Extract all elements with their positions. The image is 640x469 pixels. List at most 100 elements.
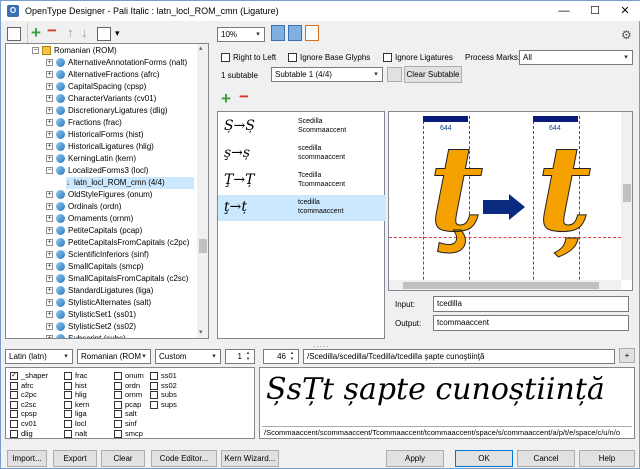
italic-feature-icon[interactable] bbox=[97, 27, 111, 41]
splitter-grip[interactable]: ..... bbox=[313, 340, 329, 349]
expand-icon[interactable]: + bbox=[46, 239, 53, 247]
expand-icon[interactable]: + bbox=[46, 107, 53, 115]
collapse-icon[interactable]: − bbox=[32, 47, 39, 55]
close-button[interactable]: ✕ bbox=[610, 1, 640, 21]
tree-feature-item[interactable]: + SmallCapitalsFromCapitals (c2sc) bbox=[46, 273, 188, 285]
tree-feature-item[interactable]: + Ornaments (ornm) bbox=[46, 213, 133, 225]
ignore-ligatures-checkbox[interactable]: Ignore Ligatures bbox=[383, 53, 453, 63]
kern-wizard-button[interactable]: Kern Wizard... bbox=[221, 450, 279, 467]
tree-feature-item[interactable]: + PetiteCapitalsFromCapitals (c2pc) bbox=[46, 237, 189, 249]
help-button[interactable]: Help bbox=[579, 450, 635, 467]
expand-icon[interactable]: + bbox=[46, 335, 53, 338]
checkbox-box[interactable] bbox=[10, 429, 18, 438]
mode-select[interactable]: Custom ▾ bbox=[155, 349, 221, 364]
feature-checkbox-list[interactable]: ✓ _shaper afrc c2pc c2sc cpsp cv01 dlig frac hist… bbox=[5, 367, 255, 439]
checkbox-box[interactable] bbox=[383, 53, 392, 63]
tree-feature-item[interactable]: + CharacterVariants (cv01) bbox=[46, 93, 156, 105]
expand-icon[interactable]: + bbox=[46, 155, 53, 163]
glyph-names-field[interactable]: /Scommaaccent/scommaaccent/Tcommaaccent/… bbox=[262, 426, 632, 438]
expand-icon[interactable]: + bbox=[46, 83, 53, 91]
expand-icon[interactable]: + bbox=[46, 131, 53, 139]
script-select[interactable]: Latin (latn) ▾ bbox=[5, 349, 73, 364]
minimize-button[interactable]: — bbox=[549, 1, 579, 21]
ok-button[interactable]: OK bbox=[455, 450, 513, 467]
expand-icon[interactable]: + bbox=[46, 227, 53, 235]
feature-checkbox[interactable]: sups bbox=[150, 399, 177, 410]
expand-icon[interactable]: + bbox=[46, 215, 53, 223]
count-stepper[interactable]: 1 ▴ ▾ bbox=[225, 349, 255, 364]
expand-icon[interactable]: + bbox=[46, 251, 53, 259]
expand-icon[interactable]: + bbox=[46, 203, 53, 211]
preview-vscrollbar[interactable] bbox=[621, 112, 632, 280]
expand-icon[interactable]: + bbox=[46, 59, 53, 67]
tree-lookup-item[interactable]: ↓ latn_locl_ROM_cmn (4/4) bbox=[66, 177, 194, 189]
dropdown-arrow-icon[interactable]: ▾ bbox=[115, 28, 120, 39]
ligature-list[interactable]: Ș→Ș Scedilla Scommaaccent ş→ș scedilla scomma… bbox=[217, 111, 386, 339]
feature-checkbox[interactable]: smcp bbox=[114, 428, 143, 439]
scroll-up-icon[interactable]: ▴ bbox=[199, 44, 203, 52]
remove-ligature-icon[interactable]: − bbox=[239, 87, 249, 107]
tree-feature-item[interactable]: + Fractions (frac) bbox=[46, 117, 122, 129]
gear-icon[interactable]: ⚙ bbox=[621, 28, 632, 42]
expand-icon[interactable]: + bbox=[46, 311, 53, 319]
tree-feature-item[interactable]: + OldStyleFigures (onum) bbox=[46, 189, 152, 201]
apply-button[interactable]: Apply bbox=[386, 450, 444, 467]
feature-checkbox[interactable]: nalt bbox=[64, 428, 87, 439]
language-select[interactable]: Romanian (ROM ▾ bbox=[77, 349, 151, 364]
tree-feature-item[interactable]: + StylisticSet2 (ss02) bbox=[46, 321, 136, 333]
preview-hscroll-thumb[interactable] bbox=[403, 282, 599, 289]
remove-icon[interactable]: − bbox=[47, 21, 57, 41]
tree-feature-item[interactable]: + Subscript (subs) bbox=[46, 333, 126, 338]
checkbox-box[interactable] bbox=[288, 53, 297, 63]
preview-hscrollbar[interactable] bbox=[389, 280, 621, 290]
feature-tree[interactable]: − Romanian (ROM) + AlternativeAnnotationFo… bbox=[5, 43, 209, 339]
ligature-row[interactable]: ş→ș scedilla scommaaccent bbox=[218, 141, 386, 167]
tree-feature-item[interactable]: + StandardLigatures (liga) bbox=[46, 285, 153, 297]
add-ligature-icon[interactable]: + bbox=[221, 89, 231, 109]
ligature-row[interactable]: Ș→Ș Scedilla Scommaaccent bbox=[218, 114, 386, 140]
tree-feature-item[interactable]: + SmallCapitals (smcp) bbox=[46, 261, 144, 273]
tree-feature-item[interactable]: + StylisticAlternates (salt) bbox=[46, 297, 151, 309]
clear-button[interactable]: Clear bbox=[101, 450, 145, 467]
add-icon[interactable]: + bbox=[31, 23, 41, 43]
expand-icon[interactable]: + bbox=[46, 275, 53, 283]
tree-feature-item[interactable]: + AlternativeAnnotationForms (nalt) bbox=[46, 57, 187, 69]
tree-scrollbar-thumb[interactable] bbox=[199, 239, 207, 253]
expand-icon[interactable]: + bbox=[46, 299, 53, 307]
tree-feature-item[interactable]: + AlternativeFractions (afrc) bbox=[46, 69, 160, 81]
feature-checkbox[interactable]: dlig bbox=[10, 428, 33, 439]
expand-icon[interactable]: + bbox=[46, 191, 53, 199]
tree-feature-item[interactable]: + Ordinals (ordn) bbox=[46, 201, 121, 213]
ligature-row[interactable]: ţ→ț tcedilla tcommaaccent bbox=[218, 195, 386, 221]
right-to-left-checkbox[interactable]: Right to Left bbox=[221, 53, 276, 63]
checkbox-box[interactable] bbox=[64, 429, 72, 438]
maximize-button[interactable]: ☐ bbox=[580, 1, 610, 21]
tree-feature-item[interactable]: + DiscretionaryLigatures (dlig) bbox=[46, 105, 168, 117]
tree-scrollbar[interactable]: ▴ ▾ bbox=[197, 44, 208, 338]
zoom-select[interactable]: 10% ▾ bbox=[217, 27, 265, 42]
preview-text-input[interactable]: /Scedilla/scedilla/Tcedilla/tcedilla şap… bbox=[303, 349, 615, 364]
cancel-button[interactable]: Cancel bbox=[517, 450, 575, 467]
stepper-arrows-icon[interactable]: ▴ ▾ bbox=[286, 350, 298, 363]
size-stepper[interactable]: 46 ▴ ▾ bbox=[263, 349, 299, 364]
tree-feature-item[interactable]: + HistoricalLigatures (hlig) bbox=[46, 141, 154, 153]
input-field[interactable]: tcedilla bbox=[433, 296, 629, 312]
expand-icon[interactable]: + bbox=[46, 71, 53, 79]
ligature-row[interactable]: Ţ→Ț Tcedilla Tcommaaccent bbox=[218, 168, 386, 194]
fit-icon[interactable] bbox=[271, 25, 285, 41]
move-up-icon[interactable]: ↑ bbox=[67, 25, 74, 40]
tree-root-item[interactable]: − Romanian (ROM) bbox=[32, 45, 117, 57]
process-marks-select[interactable]: All ▾ bbox=[519, 50, 633, 65]
checkbox-box[interactable] bbox=[150, 400, 158, 409]
new-feature-icon[interactable] bbox=[7, 27, 21, 41]
stepper-arrows-icon[interactable]: ▴ ▾ bbox=[242, 350, 254, 363]
subtable-select[interactable]: Subtable 1 (4/4) ▾ bbox=[271, 67, 383, 82]
move-down-icon[interactable]: ↓ bbox=[81, 25, 88, 40]
tree-feature-item[interactable]: + PetiteCapitals (pcap) bbox=[46, 225, 142, 237]
expand-icon[interactable]: + bbox=[46, 263, 53, 271]
tree-feature-item[interactable]: − LocalizedForms3 (locl) bbox=[46, 165, 148, 177]
code-editor-button[interactable]: Code Editor... bbox=[151, 450, 217, 467]
subtable-options-icon[interactable] bbox=[387, 67, 402, 82]
expand-icon[interactable]: + bbox=[46, 119, 53, 127]
tree-feature-item[interactable]: + KerningLatin (kern) bbox=[46, 153, 136, 165]
